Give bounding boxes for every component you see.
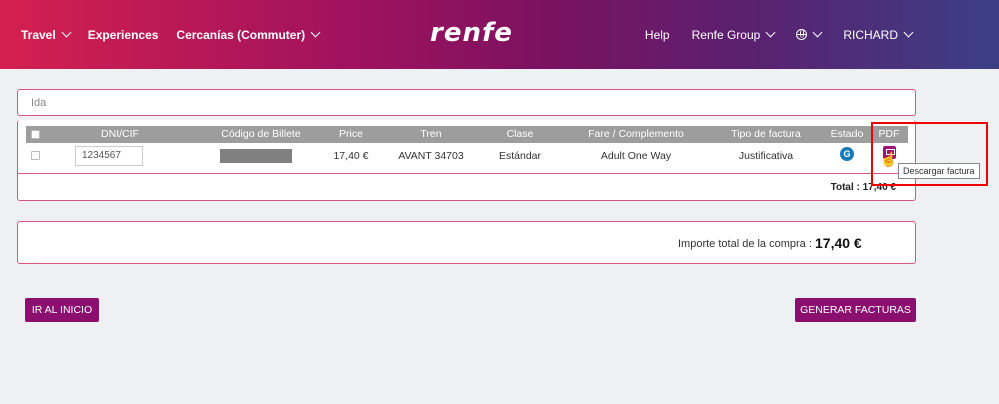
nav-cercanias[interactable]: Cercanías (Commuter)	[176, 27, 321, 42]
nav-cercanias-label: Cercanías (Commuter)	[176, 27, 306, 42]
row-price: 17,40 €	[333, 150, 369, 162]
select-all-checkbox[interactable]	[31, 130, 40, 139]
chevron-down-icon	[903, 27, 914, 38]
nav-right: Help Renfe Group RICHARD	[623, 0, 914, 69]
table-header: DNI/CIF Código de Billete Price Tren Cla…	[26, 126, 908, 143]
col-tipo: Tipo de factura	[731, 128, 801, 140]
row-tipo: Justificativa	[738, 150, 794, 162]
home-button[interactable]: IR AL INICIO	[25, 298, 99, 322]
chevron-down-icon	[765, 27, 776, 38]
summary-total: 17,40 €	[815, 235, 862, 251]
invoice-table-panel: DNI/CIF Código de Billete Price Tren Cla…	[17, 120, 916, 201]
globe-icon	[796, 29, 808, 40]
table-row: 1234567 17,40 € AVANT 34703 Estándar Adu…	[26, 144, 908, 168]
nav-help[interactable]: Help	[645, 28, 670, 42]
highlight-box	[871, 122, 988, 186]
col-clase: Clase	[506, 128, 534, 140]
nav-renfe-group[interactable]: Renfe Group	[691, 27, 776, 42]
chevron-down-icon	[61, 27, 72, 38]
nav-experiences[interactable]: Experiences	[88, 28, 159, 42]
renfe-logo[interactable]: renfe	[430, 18, 513, 48]
purchase-summary: Importe total de la compra : 17,40 €	[17, 221, 916, 264]
chevron-down-icon	[310, 27, 321, 38]
ida-label: Ida	[31, 97, 47, 109]
nav-group-label: Renfe Group	[691, 27, 761, 42]
user-menu[interactable]: RICHARD	[843, 27, 914, 42]
status-icon: G	[840, 147, 854, 161]
col-fare: Fare / Complemento	[588, 128, 684, 140]
summary-label: Importe total de la compra :	[678, 238, 812, 250]
nav-travel-label: Travel	[21, 27, 56, 42]
row-fare: Adult One Way	[600, 150, 672, 162]
chevron-down-icon	[812, 27, 823, 38]
dni-field[interactable]: 1234567	[75, 146, 143, 166]
row-tren: AVANT 34703	[398, 150, 464, 162]
nav-travel[interactable]: Travel	[21, 27, 72, 42]
col-price: Price	[339, 128, 363, 140]
row-clase: Estándar	[498, 150, 542, 162]
ida-section: Ida	[17, 89, 916, 116]
col-dni: DNI/CIF	[101, 128, 139, 140]
nav-experiences-label: Experiences	[87, 27, 159, 42]
nav-left: Travel Experiences Cercanías (Commuter)	[21, 0, 337, 69]
col-tren: Tren	[420, 128, 442, 140]
ticket-code-redacted	[220, 149, 292, 163]
nav-help-label: Help	[644, 27, 670, 42]
col-codigo: Código de Billete	[221, 128, 301, 140]
col-estado: Estado	[830, 128, 864, 140]
language-selector[interactable]	[796, 27, 823, 40]
user-name: RICHARD	[843, 27, 898, 42]
row-checkbox[interactable]	[31, 151, 40, 160]
generate-invoices-button[interactable]: GENERAR FACTURAS	[795, 298, 916, 322]
top-header: Travel Experiences Cercanías (Commuter) …	[0, 0, 999, 69]
